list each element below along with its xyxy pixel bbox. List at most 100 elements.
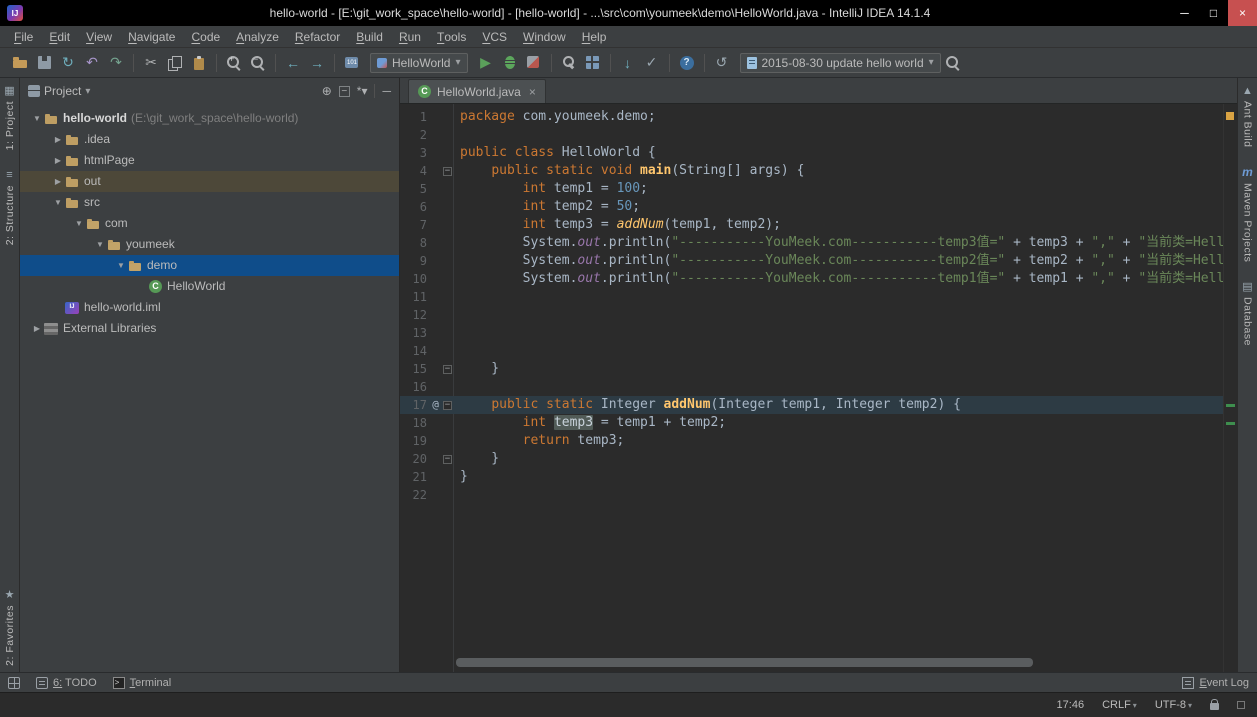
toolwindow-button-ant-build[interactable]: ▲Ant Build [1241,84,1254,148]
code-line-5[interactable]: 5 int temp1 = 100; [400,180,1223,198]
tree-item-src[interactable]: ▼src [20,192,399,213]
code-line-9[interactable]: 9 System.out.println("-----------YouMeek… [400,252,1223,270]
commit-changes-icon[interactable]: ✓ [641,52,663,74]
code-line-17[interactable]: 17@− public static Integer addNum(Intege… [400,396,1223,414]
tree-item-youmeek[interactable]: ▼youmeek [20,234,399,255]
menu-vcs[interactable]: VCS [474,26,515,47]
code-line-12[interactable]: 12 [400,306,1223,324]
code-line-11[interactable]: 11 [400,288,1223,306]
back-icon[interactable]: ← [282,52,304,74]
fold-marker-icon[interactable]: − [441,365,454,374]
tree-item-idea[interactable]: ▶.idea [20,129,399,150]
code-line-14[interactable]: 14 [400,342,1223,360]
vcs-message-combo[interactable]: 2015-08-30 update hello world▾ [740,53,941,73]
project-structure-icon[interactable] [582,52,604,74]
open-icon[interactable] [9,52,31,74]
run-configuration-combo[interactable]: HelloWorld▾ [370,53,468,73]
code-line-19[interactable]: 19 return temp3; [400,432,1223,450]
menu-file[interactable]: File [6,26,41,47]
coverage-icon[interactable] [523,52,545,74]
terminal-button[interactable]: Terminal [113,677,172,689]
expand-arrow-icon[interactable]: ▼ [30,108,44,129]
expand-arrow-icon[interactable]: ▶ [51,129,65,150]
menu-run[interactable]: Run [391,26,429,47]
zoom-out-icon[interactable]: − [247,52,269,74]
redo-icon[interactable]: ↷ [105,52,127,74]
titlebar[interactable]: IJ hello-world - [E:\git_work_space\hell… [0,0,1257,26]
code-line-3[interactable]: 3public class HelloWorld { [400,144,1223,162]
tree-item-demo[interactable]: ▼demo [20,255,399,276]
menu-window[interactable]: Window [515,26,574,47]
scrollbar-thumb[interactable] [456,658,1033,667]
close-button[interactable]: × [1228,0,1257,26]
menu-build[interactable]: Build [348,26,391,47]
collapse-all-icon[interactable]: − [339,86,350,97]
line-separator-widget[interactable]: CRLF ▾ [1102,699,1137,711]
make-project-icon[interactable] [341,52,363,74]
revert-icon[interactable]: ↺ [711,52,733,74]
help-icon[interactable] [676,52,698,74]
expand-arrow-icon[interactable]: ▼ [114,255,128,276]
locate-icon[interactable]: ⊕ [322,85,332,97]
tree-item-out[interactable]: ▶out [20,171,399,192]
vcs-change-marker[interactable] [1226,404,1235,407]
code-editor[interactable]: 1package com.youmeek.demo;23public class… [400,104,1237,672]
menu-edit[interactable]: Edit [41,26,78,47]
code-line-6[interactable]: 6 int temp2 = 50; [400,198,1223,216]
code-line-1[interactable]: 1package com.youmeek.demo; [400,108,1223,126]
save-all-icon[interactable] [33,52,55,74]
encoding-widget[interactable]: UTF-8 ▾ [1155,699,1192,711]
toolwindow-button-maven-projects[interactable]: mMaven Projects [1241,166,1254,262]
readonly-lock-icon[interactable] [1210,703,1219,710]
expand-arrow-icon[interactable]: ▶ [51,150,65,171]
code-line-15[interactable]: 15− } [400,360,1223,378]
menu-refactor[interactable]: Refactor [287,26,348,47]
copy-icon[interactable] [164,52,186,74]
toolwindow-switcher-icon[interactable] [8,677,20,689]
expand-arrow-icon[interactable]: ▶ [30,318,44,339]
menu-analyze[interactable]: Analyze [228,26,287,47]
menu-help[interactable]: Help [574,26,615,47]
maximize-button[interactable]: □ [1199,0,1228,26]
code-line-10[interactable]: 10 System.out.println("-----------YouMee… [400,270,1223,288]
inspection-marker[interactable] [1226,112,1234,120]
tree-item-hello-world-iml[interactable]: IJhello-world.iml [20,297,399,318]
menu-tools[interactable]: Tools [429,26,474,47]
fold-marker-icon[interactable]: − [441,455,454,464]
code-line-21[interactable]: 21} [400,468,1223,486]
tree-item-com[interactable]: ▼com [20,213,399,234]
chevron-down-icon[interactable]: ▾ [85,86,90,97]
event-log-button[interactable]: Event Log [1182,677,1249,689]
toolwindow-button-1-project[interactable]: ▦1: Project [3,84,16,150]
caret-position-widget[interactable]: 17:46 [1057,699,1085,711]
toolwindow-button-2-structure[interactable]: ≡2: Structure [3,168,16,245]
zoom-in-icon[interactable]: + [223,52,245,74]
debug-icon[interactable] [499,52,521,74]
code-line-8[interactable]: 8 System.out.println("-----------YouMeek… [400,234,1223,252]
tree-item-htmlpage[interactable]: ▶htmlPage [20,150,399,171]
menu-navigate[interactable]: Navigate [120,26,183,47]
code-line-20[interactable]: 20− } [400,450,1223,468]
tree-item-helloworld[interactable]: CHelloWorld [20,276,399,297]
forward-icon[interactable]: → [306,52,328,74]
menu-code[interactable]: Code [183,26,228,47]
fold-marker-icon[interactable]: − [441,167,454,176]
todo-button[interactable]: 6: TODO [36,677,97,689]
code-line-2[interactable]: 2 [400,126,1223,144]
code-line-7[interactable]: 7 int temp3 = addNum(temp1, temp2); [400,216,1223,234]
vcs-change-marker[interactable] [1226,422,1235,425]
fold-marker-icon[interactable]: − [441,401,454,410]
code-line-18[interactable]: 18 int temp3 = temp1 + temp2; [400,414,1223,432]
toolwindow-button-database[interactable]: ▤Database [1241,280,1254,346]
error-stripe[interactable] [1223,104,1237,672]
code-line-16[interactable]: 16 [400,378,1223,396]
settings-icon[interactable] [558,52,580,74]
expand-arrow-icon[interactable]: ▶ [51,171,65,192]
tab-helloworld-java[interactable]: C HelloWorld.java × [408,79,546,103]
tree-item-external-libraries[interactable]: ▶External Libraries [20,318,399,339]
expand-arrow-icon[interactable]: ▼ [72,213,86,234]
synchronize-icon[interactable]: ↻ [57,52,79,74]
update-project-icon[interactable]: ↓ [617,52,639,74]
search-everywhere-icon[interactable] [942,52,964,74]
code-line-13[interactable]: 13 [400,324,1223,342]
